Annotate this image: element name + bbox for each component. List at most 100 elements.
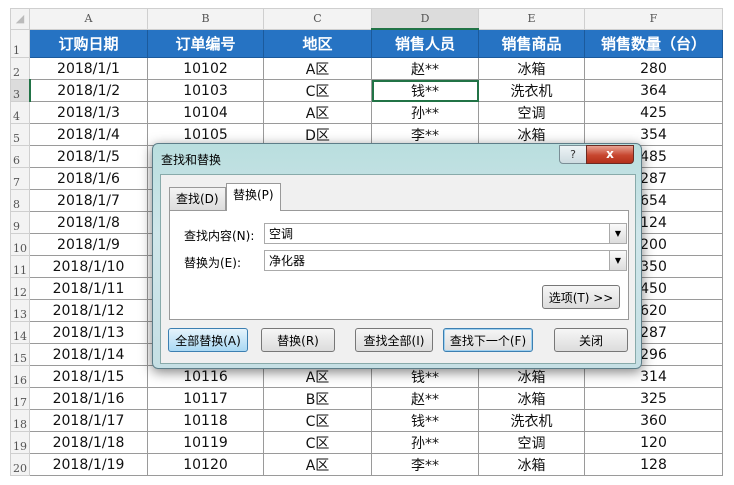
- cell-c[interactable]: C区: [263, 409, 372, 432]
- cell-d[interactable]: 钱**: [371, 409, 479, 432]
- cell-a[interactable]: 2018/1/14: [29, 343, 148, 366]
- find-all-button[interactable]: 查找全部(I): [355, 328, 433, 352]
- row-header[interactable]: 3: [10, 79, 31, 102]
- header-cell[interactable]: 销售商品: [478, 28, 585, 58]
- cell-a[interactable]: 2018/1/2: [29, 79, 148, 102]
- row-header[interactable]: 15: [10, 343, 30, 366]
- close-button[interactable]: 关闭: [554, 328, 628, 352]
- cell-d[interactable]: 李**: [371, 453, 479, 476]
- tab-find[interactable]: 查找(D): [169, 187, 226, 210]
- cell-a[interactable]: 2018/1/16: [29, 387, 148, 410]
- replace-button[interactable]: 替换(R): [261, 328, 335, 352]
- row-header[interactable]: 5: [10, 123, 30, 146]
- cell-e[interactable]: 空调: [478, 101, 585, 124]
- row-header[interactable]: 18: [10, 409, 30, 432]
- replace-input[interactable]: 净化器 ▼: [264, 250, 627, 271]
- cell-b[interactable]: 10104: [147, 101, 264, 124]
- cell-a[interactable]: 2018/1/6: [29, 167, 148, 190]
- cell-a[interactable]: 2018/1/4: [29, 123, 148, 146]
- cell-c[interactable]: A区: [263, 101, 372, 124]
- cell-c[interactable]: B区: [263, 387, 372, 410]
- cell-a[interactable]: 2018/1/15: [29, 365, 148, 388]
- tab-replace[interactable]: 替换(P): [226, 183, 281, 211]
- row-header[interactable]: 6: [10, 145, 30, 168]
- cell-b[interactable]: 10120: [147, 453, 264, 476]
- select-all-corner[interactable]: ◢: [10, 8, 30, 30]
- cell-c[interactable]: C区: [263, 79, 372, 102]
- cell-c[interactable]: A区: [263, 57, 372, 80]
- chevron-down-icon[interactable]: ▼: [609, 251, 626, 270]
- row-header[interactable]: 14: [10, 321, 30, 344]
- row-header[interactable]: 2: [10, 57, 30, 80]
- row-header[interactable]: 17: [10, 387, 30, 410]
- chevron-down-icon[interactable]: ▼: [609, 224, 626, 243]
- row-header[interactable]: 8: [10, 189, 30, 212]
- header-cell[interactable]: 销售数量（台）: [584, 28, 723, 58]
- cell-b[interactable]: 10102: [147, 57, 264, 80]
- cell-f[interactable]: 325: [584, 387, 723, 410]
- cell-a[interactable]: 2018/1/19: [29, 453, 148, 476]
- row-header[interactable]: 16: [10, 365, 30, 388]
- cell-d[interactable]: 赵**: [371, 387, 479, 410]
- cell-e[interactable]: 冰箱: [478, 387, 585, 410]
- column-header[interactable]: D: [371, 8, 479, 30]
- find-next-button[interactable]: 查找下一个(F): [443, 328, 533, 352]
- cell-b[interactable]: 10117: [147, 387, 264, 410]
- row-header[interactable]: 7: [10, 167, 30, 190]
- cell-e[interactable]: 空调: [478, 431, 585, 454]
- cell-a[interactable]: 2018/1/8: [29, 211, 148, 234]
- row-header[interactable]: 13: [10, 299, 30, 322]
- cell-e[interactable]: 洗衣机: [478, 409, 585, 432]
- cell-d[interactable]: 钱**: [371, 79, 479, 102]
- cell-a[interactable]: 2018/1/13: [29, 321, 148, 344]
- cell-d[interactable]: 孙**: [371, 431, 479, 454]
- cell-b[interactable]: 10119: [147, 431, 264, 454]
- column-header[interactable]: C: [263, 8, 372, 30]
- close-icon[interactable]: x: [586, 145, 634, 164]
- cell-a[interactable]: 2018/1/18: [29, 431, 148, 454]
- cell-e[interactable]: 冰箱: [478, 453, 585, 476]
- cell-f[interactable]: 425: [584, 101, 723, 124]
- options-button[interactable]: 选项(T) >>: [542, 285, 620, 309]
- replace-all-button[interactable]: 全部替换(A): [168, 328, 248, 352]
- column-header[interactable]: B: [147, 8, 264, 30]
- cell-a[interactable]: 2018/1/3: [29, 101, 148, 124]
- cell-e[interactable]: 洗衣机: [478, 79, 585, 102]
- cell-a[interactable]: 2018/1/5: [29, 145, 148, 168]
- help-button[interactable]: ?: [559, 145, 587, 164]
- cell-f[interactable]: 280: [584, 57, 723, 80]
- cell-f[interactable]: 128: [584, 453, 723, 476]
- cell-d[interactable]: 孙**: [371, 101, 479, 124]
- cell-f[interactable]: 360: [584, 409, 723, 432]
- column-header[interactable]: F: [584, 8, 723, 30]
- header-cell[interactable]: 订购日期: [29, 28, 148, 58]
- cell-b[interactable]: 10103: [147, 79, 264, 102]
- row-header[interactable]: 12: [10, 277, 30, 300]
- row-header[interactable]: 19: [10, 431, 30, 454]
- row-header[interactable]: 1: [10, 28, 30, 58]
- column-header[interactable]: A: [29, 8, 148, 30]
- header-cell[interactable]: 销售人员: [371, 28, 479, 58]
- find-input[interactable]: 空调 ▼: [264, 223, 627, 244]
- cell-b[interactable]: 10118: [147, 409, 264, 432]
- cell-a[interactable]: 2018/1/12: [29, 299, 148, 322]
- cell-c[interactable]: C区: [263, 431, 372, 454]
- cell-f[interactable]: 120: [584, 431, 723, 454]
- header-cell[interactable]: 地区: [263, 28, 372, 58]
- cell-a[interactable]: 2018/1/17: [29, 409, 148, 432]
- row-header[interactable]: 9: [10, 211, 30, 234]
- row-header[interactable]: 11: [10, 255, 30, 278]
- cell-a[interactable]: 2018/1/9: [29, 233, 148, 256]
- cell-a[interactable]: 2018/1/11: [29, 277, 148, 300]
- cell-a[interactable]: 2018/1/7: [29, 189, 148, 212]
- column-header[interactable]: E: [478, 8, 585, 30]
- cell-a[interactable]: 2018/1/1: [29, 57, 148, 80]
- cell-f[interactable]: 364: [584, 79, 723, 102]
- header-cell[interactable]: 订单编号: [147, 28, 264, 58]
- row-header[interactable]: 20: [10, 453, 30, 476]
- cell-d[interactable]: 赵**: [371, 57, 479, 80]
- cell-a[interactable]: 2018/1/10: [29, 255, 148, 278]
- row-header[interactable]: 10: [10, 233, 30, 256]
- row-header[interactable]: 4: [10, 101, 30, 124]
- cell-e[interactable]: 冰箱: [478, 57, 585, 80]
